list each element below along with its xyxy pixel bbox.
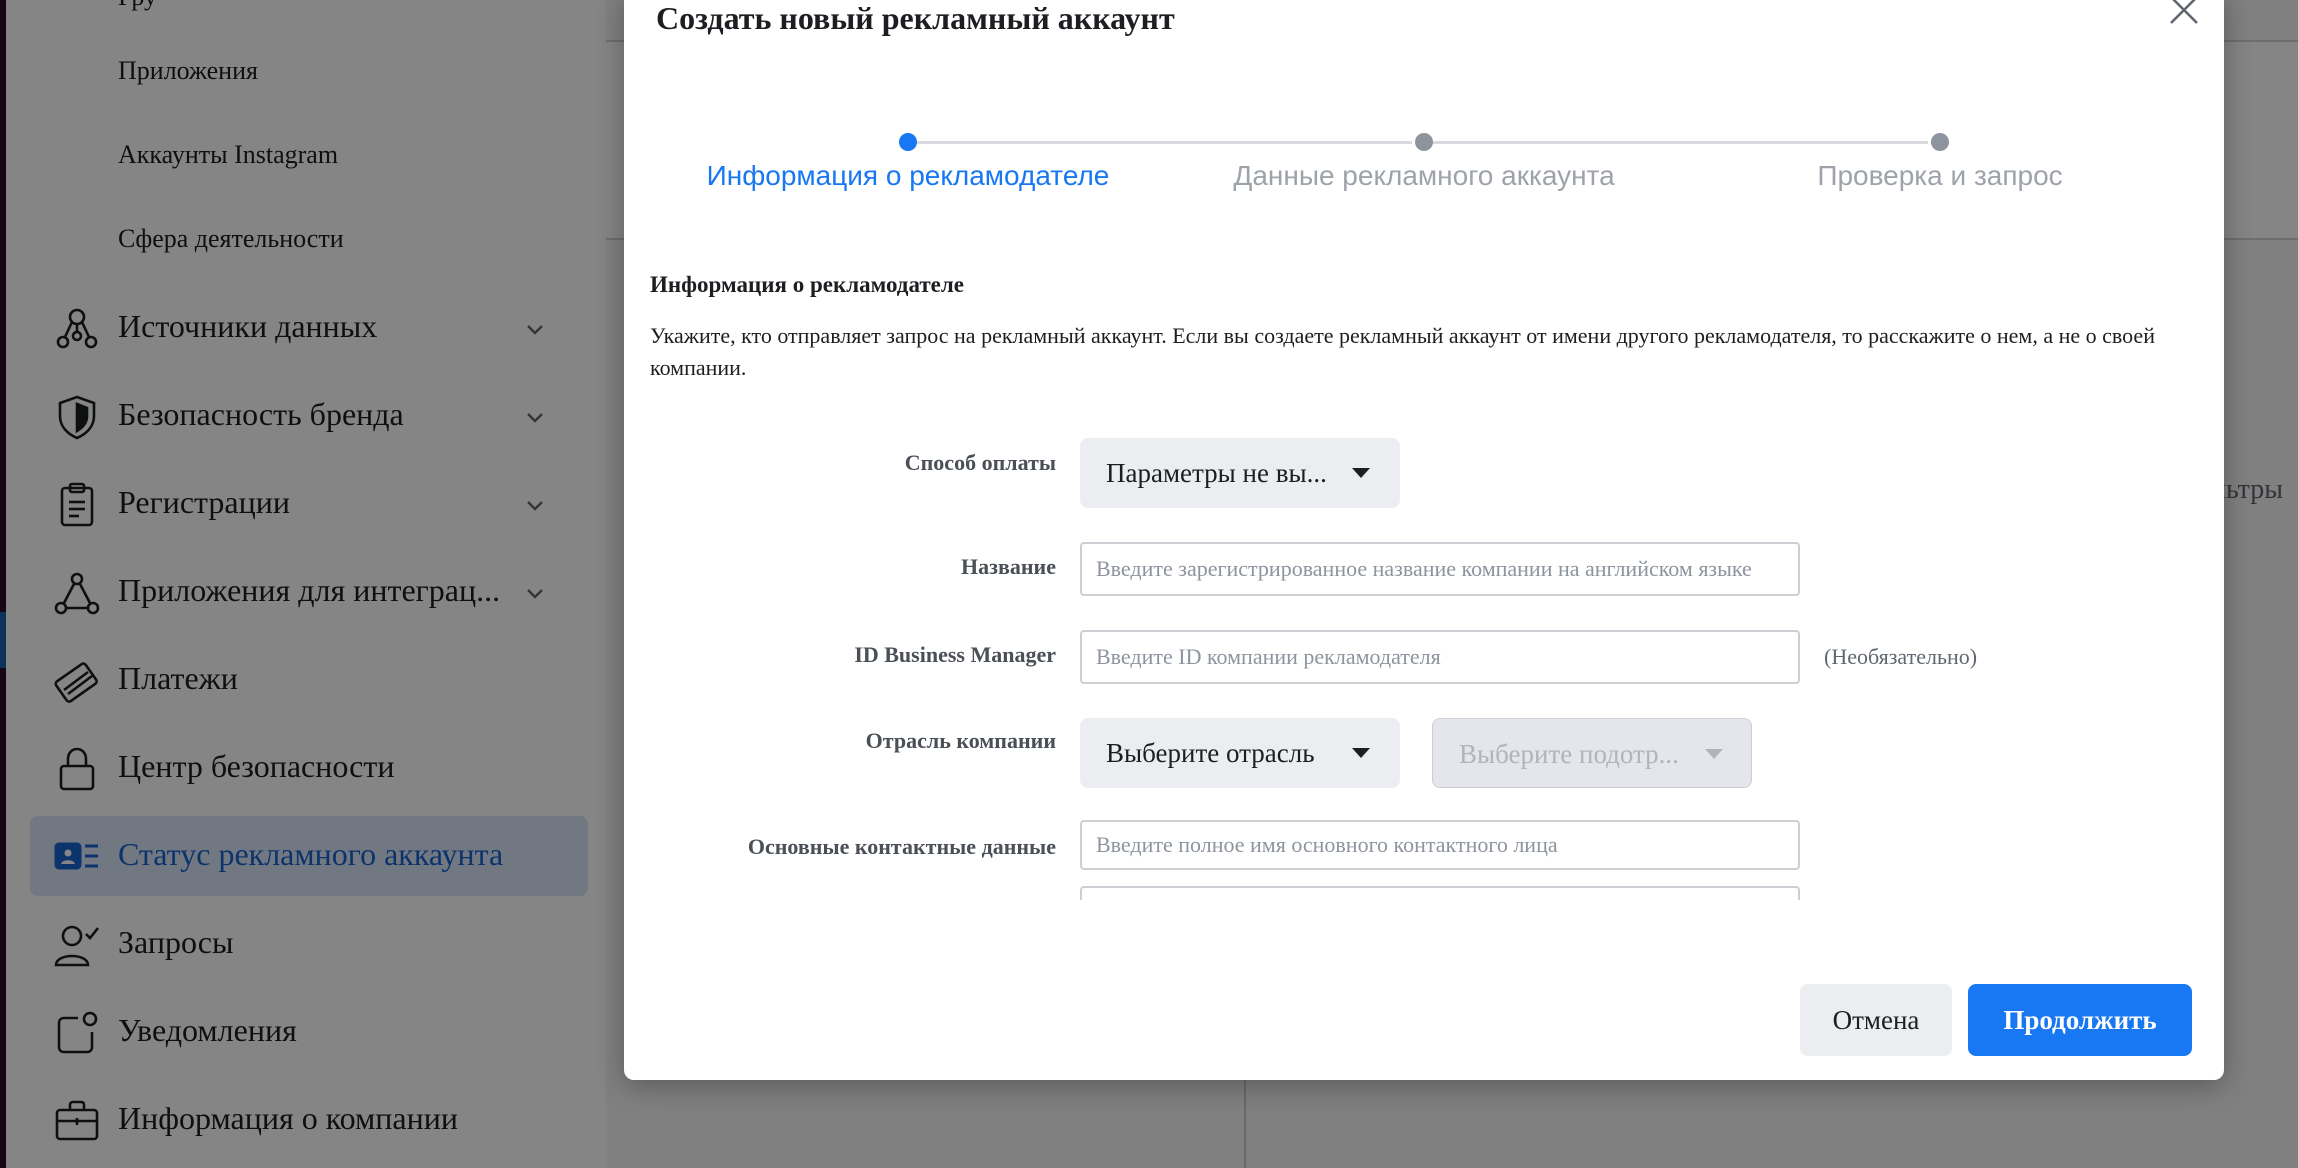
name-label: Название (961, 554, 1056, 579)
stepper-line (1424, 141, 1928, 144)
cancel-button[interactable]: Отмена (1800, 984, 1952, 1056)
step-label-review[interactable]: Проверка и запрос (1817, 160, 2062, 192)
industry-dropdown[interactable]: Выберите отрасль (1080, 718, 1400, 788)
industry-value: Выберите отрасль (1106, 738, 1315, 768)
section-description: Укажите, кто отправляет запрос на реклам… (650, 323, 2155, 380)
business-manager-id-label: ID Business Manager (854, 642, 1056, 667)
payment-method-value: Параметры не вы... (1106, 458, 1327, 488)
industry-label: Отрасль компании (865, 728, 1056, 753)
subindustry-value: Выберите подотр... (1459, 739, 1679, 769)
continue-button[interactable]: Продолжить (1968, 984, 2192, 1056)
primary-contact-second-input[interactable] (1080, 886, 1800, 900)
caret-down-icon (1705, 749, 1723, 759)
create-ad-account-dialog: Создать новый рекламный аккаунт Информац… (624, 0, 2224, 1080)
stepper-line (908, 141, 1412, 144)
primary-contact-name-input[interactable] (1080, 820, 1800, 870)
step-dot-account-data (1415, 133, 1433, 151)
subindustry-dropdown[interactable]: Выберите подотр... (1432, 718, 1752, 788)
payment-method-dropdown[interactable]: Параметры не вы... (1080, 438, 1400, 508)
optional-note: (Необязательно) (1824, 644, 1978, 669)
close-icon[interactable] (2166, 0, 2202, 28)
form-scroll-area[interactable]: Способ оплаты Параметры не вы... Названи… (624, 430, 2224, 900)
caret-down-icon (1352, 468, 1370, 478)
business-manager-id-input[interactable] (1080, 630, 1800, 684)
caret-down-icon (1352, 748, 1370, 758)
step-label-account-data[interactable]: Данные рекламного аккаунта (1233, 160, 1614, 192)
dialog-title: Создать новый рекламный аккаунт (656, 0, 1175, 36)
step-dot-review (1931, 133, 1949, 151)
payment-method-label: Способ оплаты (904, 450, 1056, 475)
step-label-advertiser[interactable]: Информация о рекламодателе (707, 160, 1110, 192)
company-name-input[interactable] (1080, 542, 1800, 596)
primary-contact-label: Основные контактные данные (747, 834, 1056, 859)
section-title: Информация о рекламодателе (650, 272, 964, 297)
step-dot-advertiser (899, 133, 917, 151)
